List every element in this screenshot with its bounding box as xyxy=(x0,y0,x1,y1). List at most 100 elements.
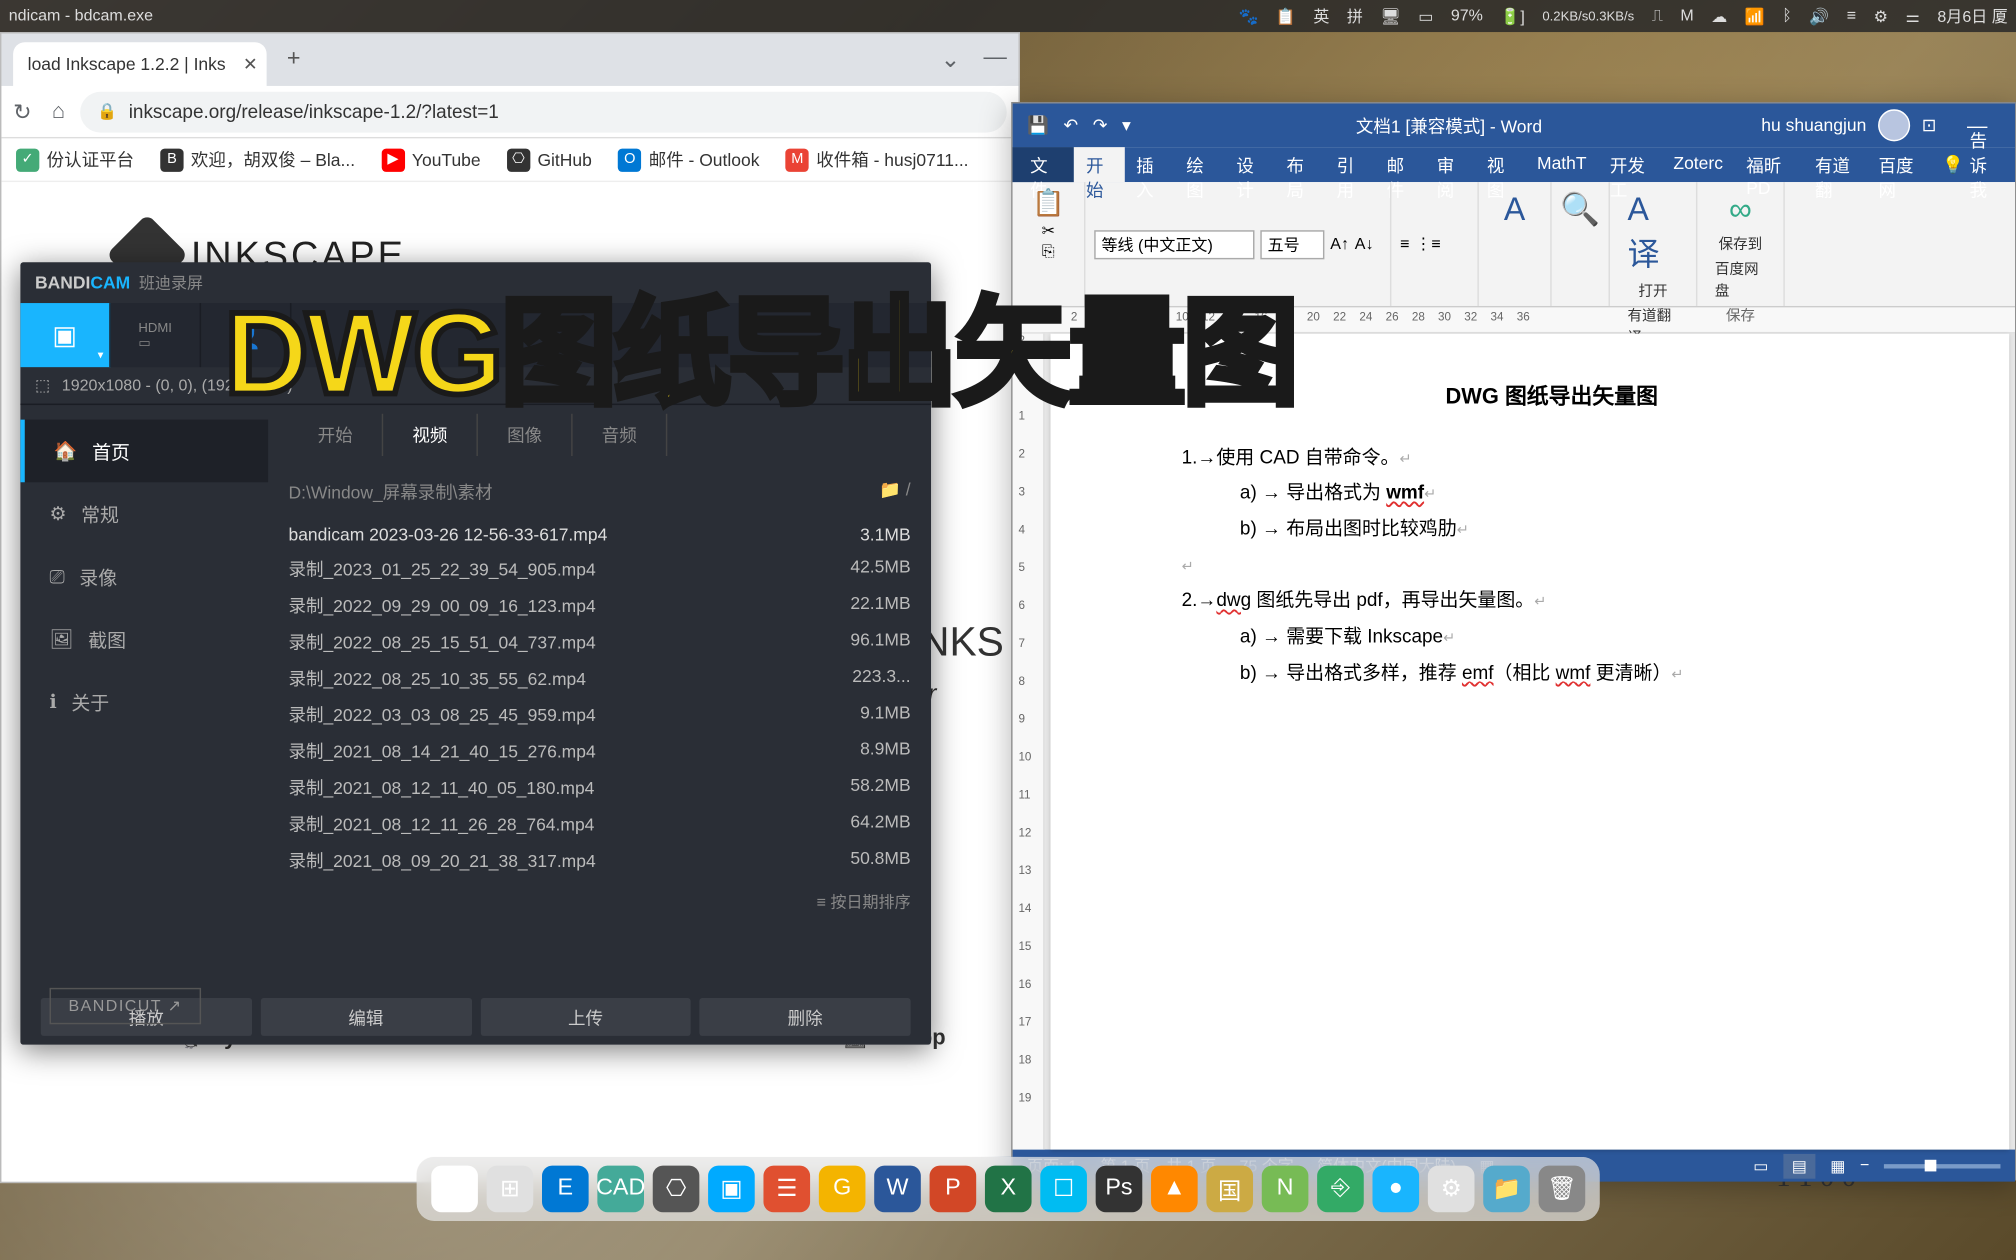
ribbon-tab-视图[interactable]: 视图 xyxy=(1475,147,1525,182)
bookmark-item[interactable]: ▶YouTube xyxy=(381,148,480,171)
cut-icon[interactable]: ✂ xyxy=(1042,221,1055,240)
dock-app[interactable]: N xyxy=(1262,1166,1309,1213)
font-size-select[interactable] xyxy=(1260,229,1324,258)
zoom-out-icon[interactable]: − xyxy=(1860,1157,1869,1174)
paste-icon[interactable]: 📋 xyxy=(1032,188,1065,219)
undo-icon[interactable]: ↶ xyxy=(1064,115,1079,135)
ime-indicator[interactable]: 拼 xyxy=(1347,4,1363,27)
list-icon[interactable]: ⋮≡ xyxy=(1415,235,1440,254)
ribbon-tab-布局[interactable]: 布局 xyxy=(1275,147,1325,182)
action-button-删除[interactable]: 删除 xyxy=(700,998,911,1036)
dock-app[interactable]: ☰ xyxy=(763,1166,810,1213)
zoom-slider[interactable] xyxy=(1884,1163,2001,1167)
battery-icon[interactable]: 🔋] xyxy=(1500,7,1524,26)
vertical-ruler[interactable]: 2112345678910111213141516171819 xyxy=(1013,334,1045,1150)
dock-app[interactable]: ⎆ xyxy=(1317,1166,1364,1213)
action-button-编辑[interactable]: 编辑 xyxy=(260,998,471,1036)
wifi-icon[interactable]: 📶 xyxy=(1745,7,1765,26)
file-row[interactable]: 录制_2022_03_03_08_25_45_959.mp49.1MB xyxy=(288,696,910,732)
redo-icon[interactable]: ↷ xyxy=(1093,115,1108,135)
tray-icon[interactable]: 📋 xyxy=(1276,7,1296,26)
folder-icon[interactable]: 📁 / xyxy=(879,479,910,504)
tray-icon[interactable]: ▭ xyxy=(1418,7,1433,26)
ribbon-tab-MathT[interactable]: MathT xyxy=(1525,147,1598,182)
dock-app[interactable]: ☐ xyxy=(1040,1166,1087,1213)
dock-app[interactable]: Ps xyxy=(1096,1166,1143,1213)
qat-dropdown-icon[interactable]: ▾ xyxy=(1122,115,1131,135)
ribbon-tab-有道翻[interactable]: 有道翻 xyxy=(1803,147,1867,182)
styles-button[interactable]: A xyxy=(1488,188,1542,232)
sort-control[interactable]: ≡ 按日期排序 xyxy=(288,879,910,926)
hdmi-tool[interactable]: HDMI▭ xyxy=(111,303,201,367)
dock-app[interactable]: E xyxy=(542,1166,589,1213)
dock-app[interactable]: ▣ xyxy=(708,1166,755,1213)
ribbon-tab-绘图[interactable]: 绘图 xyxy=(1175,147,1225,182)
mem-icon[interactable]: M xyxy=(1680,7,1693,24)
read-view-icon[interactable]: ▭ xyxy=(1753,1156,1768,1175)
file-row[interactable]: 录制_2022_09_29_00_09_16_123.mp422.1MB xyxy=(288,587,910,623)
dock-app[interactable]: X xyxy=(985,1166,1032,1213)
file-row[interactable]: 录制_2021_08_14_21_40_15_276.mp48.9MB xyxy=(288,733,910,769)
save-icon[interactable]: 💾 xyxy=(1027,115,1049,135)
dock-app[interactable]: ⎔ xyxy=(653,1166,700,1213)
ribbon-tab-Zoterc[interactable]: Zoterc xyxy=(1662,147,1735,182)
dock-app[interactable]: G xyxy=(819,1166,866,1213)
bookmark-item[interactable]: ✓份认证平台 xyxy=(16,147,134,172)
ribbon-tab-百度网[interactable]: 百度网 xyxy=(1867,147,1931,182)
bluetooth-icon[interactable]: ᛒ xyxy=(1782,7,1792,24)
control-center-icon[interactable]: ⚌ xyxy=(1906,7,1920,26)
align-icon[interactable]: ≡ xyxy=(1400,235,1409,252)
dock-app[interactable]: ☺ xyxy=(431,1166,478,1213)
cpu-icon[interactable]: ⎍ xyxy=(1652,7,1663,26)
file-row[interactable]: bandicam 2023-03-26 12-56-33-617.mp43.1M… xyxy=(288,519,910,551)
find-button[interactable]: 🔍 xyxy=(1560,188,1599,232)
bookmark-item[interactable]: B欢迎，胡双俊 – Bla... xyxy=(160,147,355,172)
grow-font-icon[interactable]: A↑ xyxy=(1330,235,1349,252)
font-name-select[interactable] xyxy=(1094,229,1254,258)
baidu-save-button[interactable]: ∞ 保存到百度网盘 xyxy=(1706,188,1774,303)
tray-icon[interactable]: ⚙ xyxy=(1874,7,1888,26)
ribbon-tab-设计[interactable]: 设计 xyxy=(1225,147,1275,182)
sidebar-item-关于[interactable]: ℹ关于 xyxy=(20,670,268,733)
ribbon-options-icon[interactable]: ⊡ xyxy=(1922,115,1937,135)
user-avatar[interactable] xyxy=(1878,109,1910,141)
dock-app[interactable]: CAD xyxy=(597,1166,644,1213)
tray-icon[interactable]: 🐾 xyxy=(1238,7,1258,26)
ribbon-tab-福昕PD[interactable]: 福昕PD xyxy=(1735,147,1804,182)
bandicut-button[interactable]: BANDICUT ↗ xyxy=(50,988,202,1024)
ribbon-tab-插入[interactable]: 插入 xyxy=(1124,147,1174,182)
dock-app[interactable]: 📁 xyxy=(1483,1166,1530,1213)
cloud-icon[interactable]: ☁ xyxy=(1711,7,1727,26)
tray-icon[interactable]: 🖥 xyxy=(1380,7,1400,26)
action-button-上传[interactable]: 上传 xyxy=(480,998,691,1036)
dock-app[interactable]: 🗑 xyxy=(1539,1166,1586,1213)
dock-app[interactable]: ● xyxy=(1372,1166,1419,1213)
close-tab-icon[interactable]: ✕ xyxy=(243,54,258,74)
bookmark-item[interactable]: O邮件 - Outlook xyxy=(618,147,759,172)
dock-app[interactable]: ⚙ xyxy=(1428,1166,1475,1213)
ribbon-tab-开发工[interactable]: 开发工 xyxy=(1598,147,1662,182)
bookmark-item[interactable]: ⎔GitHub xyxy=(507,148,592,171)
sidebar-item-常规[interactable]: ⚙常规 xyxy=(20,482,268,545)
ime-indicator[interactable]: 英 xyxy=(1313,4,1329,27)
rect-select-tool[interactable]: ▣▾ xyxy=(20,303,110,367)
sidebar-item-截图[interactable]: 🖼截图 xyxy=(20,608,268,671)
bookmark-item[interactable]: M收件箱 - husj0711... xyxy=(786,147,969,172)
ribbon-tab-邮件[interactable]: 邮件 xyxy=(1375,147,1425,182)
new-tab-button[interactable]: + xyxy=(278,47,309,73)
file-row[interactable]: 录制_2021_08_12_11_40_05_180.mp458.2MB xyxy=(288,769,910,805)
crop-icon[interactable]: ⬚ xyxy=(35,376,50,395)
shrink-font-icon[interactable]: A↓ xyxy=(1355,235,1374,252)
reload-icon[interactable]: ↻ xyxy=(13,98,31,124)
file-row[interactable]: 录制_2023_01_25_22_39_54_905.mp442.5MB xyxy=(288,551,910,587)
tray-icon[interactable]: ≡ xyxy=(1847,7,1856,24)
date-time[interactable]: 8月6日 厦 xyxy=(1937,4,2007,27)
file-row[interactable]: 录制_2021_08_09_20_21_38_317.mp450.8MB xyxy=(288,842,910,878)
file-row[interactable]: 录制_2021_08_12_11_26_28_764.mp464.2MB xyxy=(288,806,910,842)
sidebar-item-录像[interactable]: ⎚录像 xyxy=(20,545,268,608)
dock-app[interactable]: W xyxy=(874,1166,921,1213)
dock-app[interactable]: ⊞ xyxy=(487,1166,534,1213)
document-page[interactable]: DWG 图纸导出矢量图 1.→使用 CAD 自带命令。↵ a) → 导出格式为 … xyxy=(1050,334,2009,1150)
ribbon-tab-文件[interactable]: 文件 xyxy=(1013,147,1075,182)
browser-tab[interactable]: load Inkscape 1.2.2 | Inks ✕ xyxy=(13,42,266,86)
